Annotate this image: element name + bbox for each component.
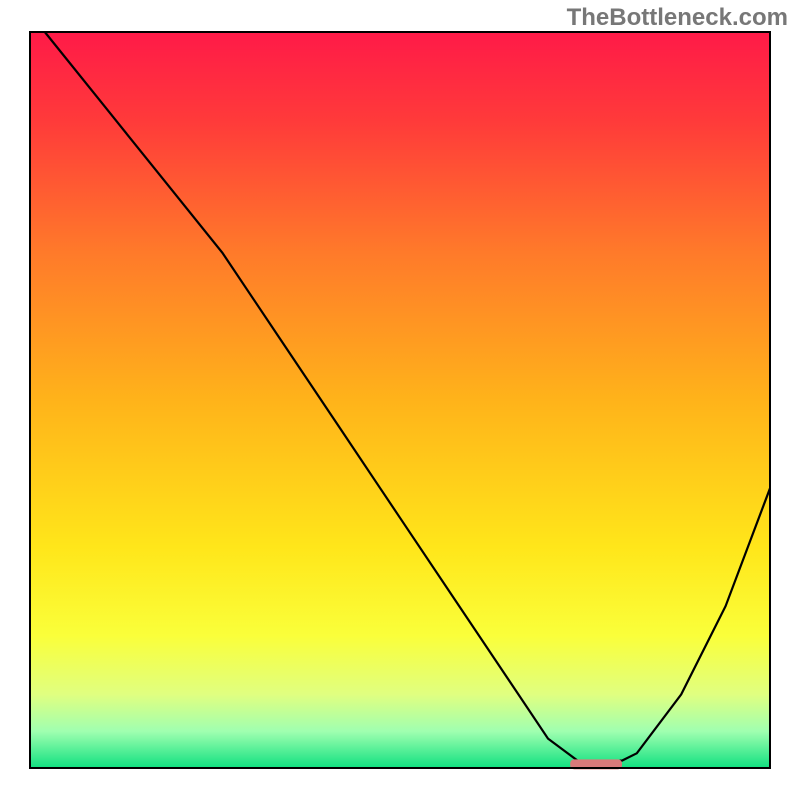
watermark-text: TheBottleneck.com <box>567 4 788 32</box>
chart-background <box>30 32 770 768</box>
chart-svg <box>0 0 800 800</box>
bottleneck-chart: TheBottleneck.com <box>0 0 800 800</box>
